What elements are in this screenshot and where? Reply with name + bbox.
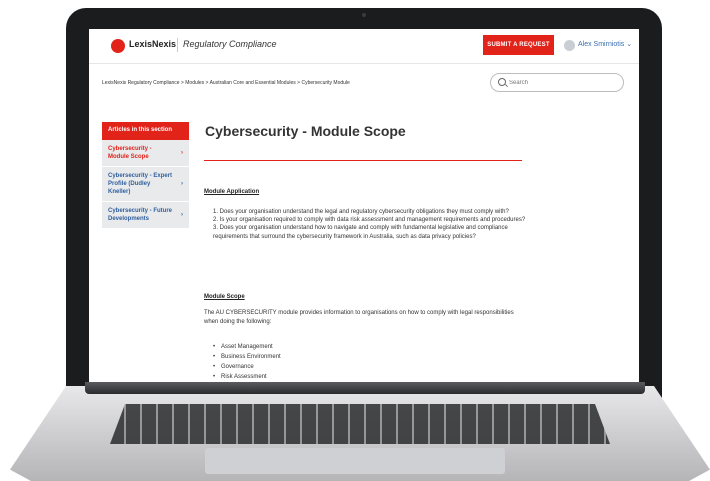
module-application-heading: Module Application — [204, 189, 260, 195]
scope-paragraph: The AU CYBERSECURITY module provides inf… — [204, 310, 514, 325]
breadcrumb-item[interactable]: Cybersecurity Module — [301, 80, 349, 86]
sidebar-item-label: Cybersecurity - Module Scope — [108, 146, 152, 160]
list-item: Governance — [213, 362, 281, 372]
breadcrumb-item[interactable]: Modules — [185, 80, 204, 86]
module-scope-heading: Module Scope — [204, 294, 245, 300]
screen: LexisNexis Regulatory Compliance SUBMIT … — [89, 29, 639, 382]
list-item: Risk Assessment — [213, 372, 281, 382]
list-item: 2. Is your organisation required to comp… — [213, 217, 526, 224]
top-bar: LexisNexis Regulatory Compliance SUBMIT … — [89, 29, 639, 64]
chevron-right-icon: › — [181, 212, 183, 218]
sidebar-item-module-scope[interactable]: Cybersecurity - Module Scope › — [102, 140, 189, 167]
article-sidebar: Articles in this section Cybersecurity -… — [102, 122, 189, 229]
camera-icon — [362, 13, 366, 17]
list-item: 3. Does your organisation understand how… — [213, 225, 508, 240]
laptop-hinge — [85, 382, 645, 394]
breadcrumb: LexisNexis Regulatory Compliance > Modul… — [102, 80, 350, 86]
chevron-right-icon: › — [181, 150, 183, 156]
chevron-right-icon: › — [181, 181, 183, 187]
search-box[interactable] — [490, 73, 624, 92]
avatar[interactable] — [564, 40, 575, 51]
breadcrumb-item[interactable]: LexisNexis Regulatory Compliance — [102, 80, 180, 86]
list-item: Business Environment — [213, 352, 281, 362]
trackpad — [205, 448, 505, 474]
sidebar-item-label: Cybersecurity - Expert Profile (Dudley K… — [108, 173, 173, 195]
sidebar-item-future-developments[interactable]: Cybersecurity - Future Developments › — [102, 202, 189, 229]
list-item: 1. Does your organisation understand the… — [213, 209, 509, 215]
search-icon[interactable] — [498, 78, 506, 86]
keyboard — [110, 404, 610, 444]
breadcrumb-item[interactable]: Australian Core and Essential Modules — [210, 80, 296, 86]
brand-name[interactable]: LexisNexis — [129, 39, 176, 49]
search-input[interactable] — [509, 77, 609, 88]
sidebar-item-expert-profile[interactable]: Cybersecurity - Expert Profile (Dudley K… — [102, 167, 189, 202]
title-divider — [204, 160, 522, 161]
list-item: Asset Management — [213, 342, 281, 352]
lexisnexis-logo-icon[interactable] — [111, 39, 125, 53]
product-name[interactable]: Regulatory Compliance — [183, 39, 277, 49]
submit-request-button[interactable]: SUBMIT A REQUEST — [483, 35, 554, 55]
page-title: Cybersecurity - Module Scope — [205, 123, 406, 139]
user-menu[interactable]: Alex Smirniotis ⌄ — [578, 40, 632, 48]
logo-divider — [177, 38, 178, 52]
sidebar-item-label: Cybersecurity - Future Developments — [108, 208, 173, 222]
sidebar-header: Articles in this section — [102, 122, 189, 140]
scope-list: Asset Management Business Environment Go… — [213, 342, 281, 382]
question-list: 1. Does your organisation understand the… — [213, 208, 528, 241]
